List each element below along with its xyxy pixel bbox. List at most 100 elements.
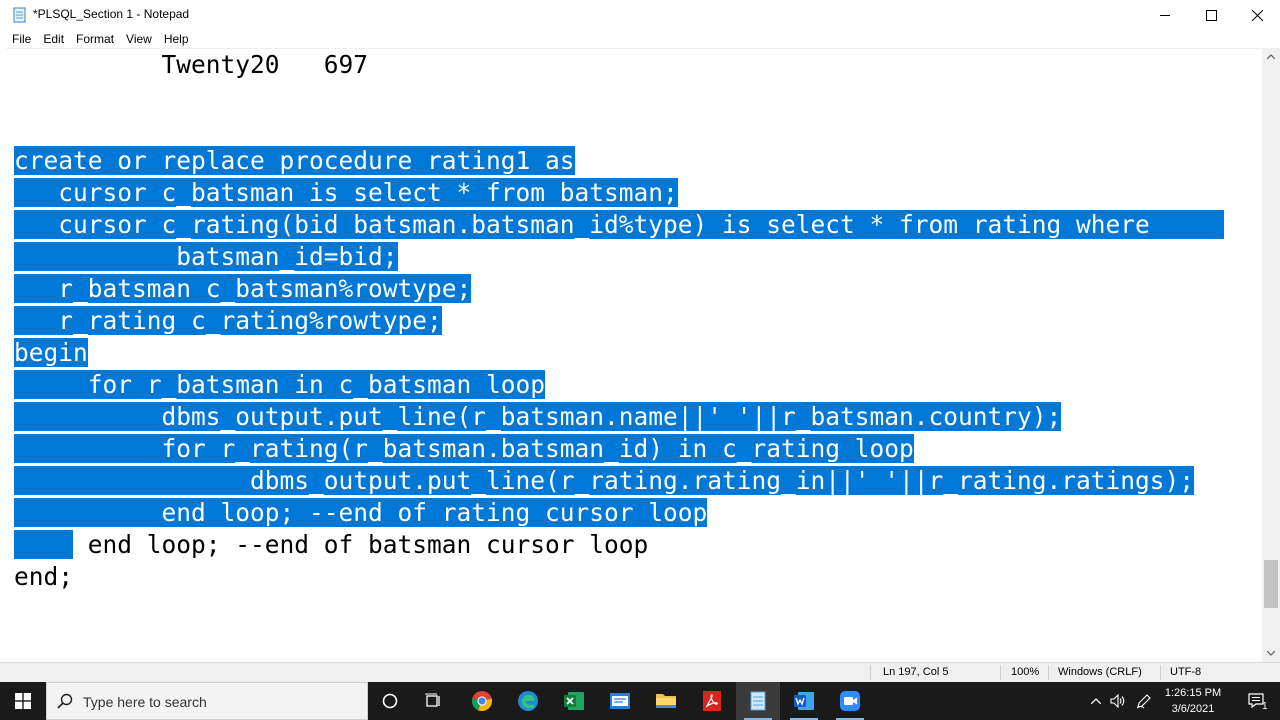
notepad-icon xyxy=(13,7,26,23)
code-text: end loop; --end of batsman cursor loop xyxy=(73,530,649,559)
volume-button[interactable] xyxy=(1106,682,1130,720)
task-view-button[interactable] xyxy=(412,682,456,720)
code-line[interactable]: r_rating c_rating%rowtype; xyxy=(14,306,442,336)
cortana-circle-icon xyxy=(382,693,398,709)
status-separator xyxy=(1160,665,1161,680)
status-separator xyxy=(1000,665,1001,680)
taskbar-notepad[interactable] xyxy=(736,682,780,720)
menu-file[interactable]: File xyxy=(6,30,37,49)
task-view-icon xyxy=(425,693,440,707)
scroll-down-button[interactable] xyxy=(1262,645,1280,662)
menu-bar: File Edit Format View Help xyxy=(0,30,1280,49)
folder-icon xyxy=(656,694,676,708)
search-placeholder: Type here to search xyxy=(83,694,207,710)
selected-text: create or replace procedure rating1 as xyxy=(14,146,575,175)
close-button[interactable] xyxy=(1234,0,1280,30)
menu-view[interactable]: View xyxy=(120,30,158,49)
code-line[interactable]: for r_batsman in c_batsman loop xyxy=(14,370,546,400)
minimize-button[interactable] xyxy=(1142,0,1188,30)
code-line[interactable]: end; xyxy=(14,562,73,592)
code-line[interactable]: end loop; --end of rating cursor loop xyxy=(14,498,708,528)
system-clock[interactable]: 1:26:15 PM 3/6/2021 xyxy=(1160,685,1226,717)
status-bar: Ln 197, Col 5 100% Windows (CRLF) UTF-8 xyxy=(0,662,1280,682)
taskbar-excel[interactable] xyxy=(552,682,596,720)
pen-workspace-button[interactable] xyxy=(1132,682,1156,720)
title-bar: *PLSQL_Section 1 - Notepad xyxy=(0,0,1280,30)
code-line[interactable]: create or replace procedure rating1 as xyxy=(14,146,575,176)
zoom-video-icon xyxy=(840,691,860,711)
window-title: *PLSQL_Section 1 - Notepad xyxy=(33,7,190,21)
maximize-icon xyxy=(1205,9,1217,21)
code-line[interactable]: Twenty20 697 xyxy=(14,50,369,80)
selected-text: for r_rating(r_batsman.batsman_id) in c_… xyxy=(14,434,914,463)
code-line[interactable]: cursor c_batsman is select * from batsma… xyxy=(14,178,678,208)
selected-text xyxy=(14,530,74,559)
code-line[interactable]: cursor c_rating(bid batsman.batsman_id%t… xyxy=(14,210,1224,240)
maximize-button[interactable] xyxy=(1188,0,1234,30)
clock-date: 3/6/2021 xyxy=(1171,703,1215,715)
menu-help[interactable]: Help xyxy=(158,30,195,49)
selected-text: dbms_output.put_line(r_batsman.name||' '… xyxy=(14,402,1062,431)
start-button[interactable] xyxy=(0,682,46,720)
taskbar-acrobat[interactable] xyxy=(690,682,734,720)
line-ending: Windows (CRLF) xyxy=(1058,666,1142,678)
selected-text: batsman_id=bid; xyxy=(14,242,398,271)
taskbar-zoom[interactable] xyxy=(828,682,872,720)
clock-time: 1:26:15 PM xyxy=(1164,687,1222,699)
selected-text: r_batsman c_batsman%rowtype; xyxy=(14,274,472,303)
taskbar-edge[interactable] xyxy=(506,682,550,720)
notification-count: 1 xyxy=(1262,701,1268,712)
pen-icon xyxy=(1136,694,1151,709)
code-line[interactable]: end loop; --end of batsman cursor loop xyxy=(14,530,648,560)
encoding: UTF-8 xyxy=(1170,666,1202,678)
search-icon xyxy=(57,693,73,709)
cursor-position: Ln 197, Col 5 xyxy=(883,666,949,678)
code-line[interactable]: for r_rating(r_batsman.batsman_id) in c_… xyxy=(14,434,914,464)
close-icon xyxy=(1251,9,1263,21)
taskbar-search-box[interactable]: Type here to search xyxy=(46,682,368,720)
menu-edit[interactable]: Edit xyxy=(37,30,70,49)
scroll-up-button[interactable] xyxy=(1262,48,1280,65)
text-editor[interactable]: Twenty20 697 create or replace procedure … xyxy=(6,48,1262,662)
document-viewer-icon xyxy=(610,693,630,709)
selected-text: cursor c_rating(bid batsman.batsman_id%t… xyxy=(14,210,1224,239)
taskbar-file-explorer[interactable] xyxy=(644,682,688,720)
taskbar-chrome[interactable] xyxy=(460,682,504,720)
windows-logo-icon xyxy=(15,693,31,709)
show-hidden-icons-button[interactable] xyxy=(1086,682,1106,720)
speaker-icon xyxy=(1110,694,1125,708)
selected-text: cursor c_batsman is select * from batsma… xyxy=(14,178,678,207)
selected-text: end loop; --end of rating cursor loop xyxy=(14,498,708,527)
taskbar-word[interactable] xyxy=(782,682,826,720)
code-text: Twenty20 697 xyxy=(14,50,369,79)
chrome-icon xyxy=(471,691,493,712)
edge-icon xyxy=(518,691,538,711)
status-separator xyxy=(870,665,871,680)
selected-text: begin xyxy=(14,338,88,367)
selected-text: r_rating c_rating%rowtype; xyxy=(14,306,442,335)
code-line[interactable]: batsman_id=bid; xyxy=(14,242,398,272)
selected-text: for r_batsman in c_batsman loop xyxy=(14,370,546,399)
cortana-button[interactable] xyxy=(368,682,412,720)
excel-icon xyxy=(564,692,584,710)
chevron-up-icon xyxy=(1267,54,1275,59)
code-line[interactable]: dbms_output.put_line(r_rating.rating_in|… xyxy=(14,466,1195,496)
code-line[interactable]: begin xyxy=(14,338,88,368)
selected-text: dbms_output.put_line(r_rating.rating_in|… xyxy=(14,466,1195,495)
action-center-button[interactable]: 1 xyxy=(1236,682,1280,720)
chevron-down-icon xyxy=(1267,651,1275,656)
menu-format[interactable]: Format xyxy=(70,30,120,49)
pdf-icon xyxy=(703,691,721,711)
taskbar-file-viewer[interactable] xyxy=(598,682,642,720)
code-line[interactable]: r_batsman c_batsman%rowtype; xyxy=(14,274,472,304)
vertical-scrollbar[interactable] xyxy=(1262,48,1280,662)
code-text: end; xyxy=(14,562,74,591)
chevron-up-icon xyxy=(1091,698,1101,704)
zoom-level: 100% xyxy=(1011,666,1040,678)
code-line[interactable]: dbms_output.put_line(r_batsman.name||' '… xyxy=(14,402,1062,432)
word-icon xyxy=(794,692,814,710)
notepad-icon xyxy=(750,691,766,711)
status-separator xyxy=(1048,665,1049,680)
scroll-thumb[interactable] xyxy=(1264,560,1278,608)
minimize-icon xyxy=(1159,14,1170,16)
